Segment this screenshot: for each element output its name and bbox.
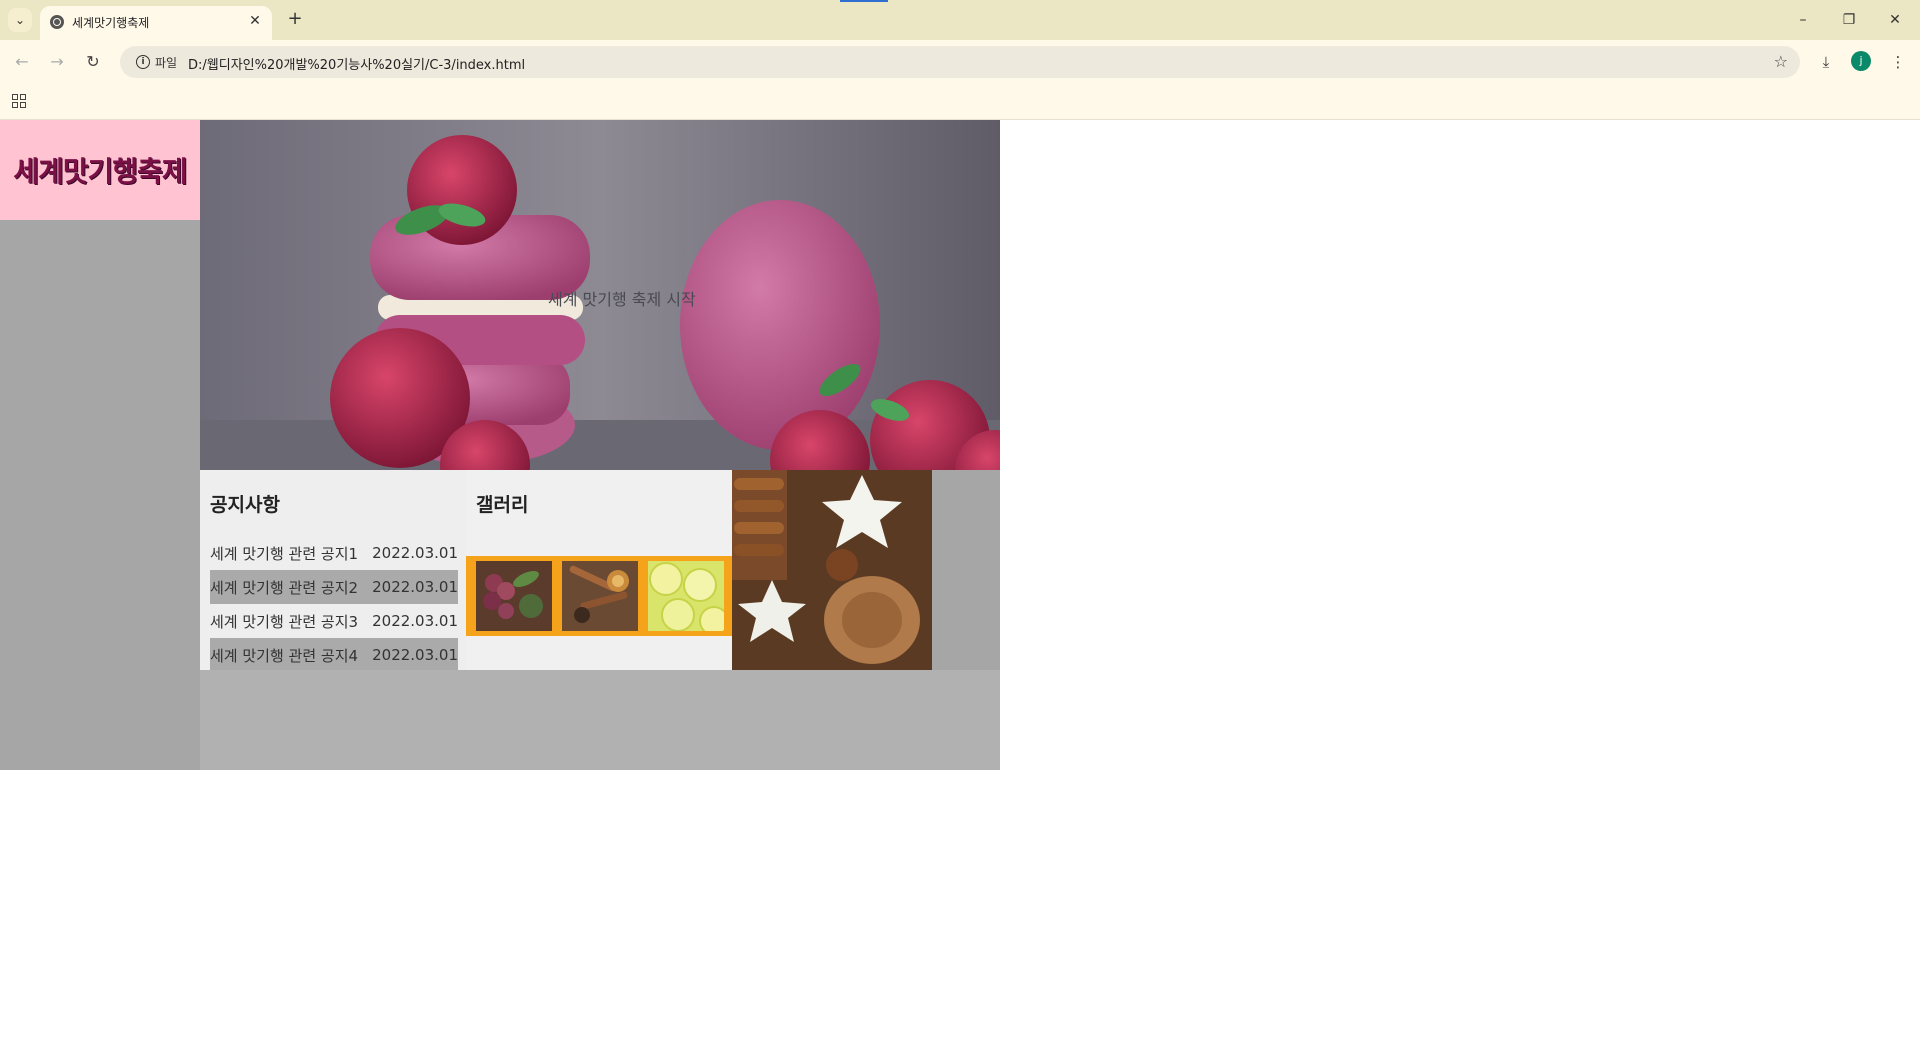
- gallery-thumb-spices[interactable]: [562, 561, 638, 631]
- main-banner: 세계 맛기행 축제 시작: [200, 120, 1000, 470]
- gallery-thumb-lemons[interactable]: [648, 561, 724, 631]
- notice-item-title: 세계 맛기행 관련 공지1: [210, 544, 359, 563]
- notice-item[interactable]: 세계 맛기행 관련 공지4 2022.03.01: [210, 638, 458, 670]
- profile-avatar[interactable]: j: [1851, 51, 1871, 71]
- cookies-cinnamon-image: [732, 470, 932, 670]
- lemon-slices-image: [648, 561, 724, 631]
- reload-button[interactable]: ↻: [81, 50, 105, 74]
- notice-item-title: 세계 맛기행 관련 공지4: [210, 646, 359, 665]
- back-button[interactable]: ←: [10, 50, 34, 74]
- notice-title: 공지사항: [210, 494, 280, 516]
- banner-caption: 세계 맛기행 축제 시작: [548, 290, 696, 309]
- promo-image[interactable]: [732, 470, 932, 670]
- gallery-thumb-grapes[interactable]: [476, 561, 552, 631]
- browser-tab-bar: ⌄ 세계맛기행축제 ✕ + – ❐ ✕: [0, 0, 1920, 40]
- download-icon[interactable]: ⤓: [1814, 50, 1838, 74]
- bookmark-star-icon[interactable]: ☆: [1774, 52, 1788, 71]
- notice-item-date: 2022.03.01: [372, 544, 458, 562]
- close-window-button[interactable]: ✕: [1872, 8, 1918, 32]
- notice-section: 공지사항 세계 맛기행 관련 공지1 2022.03.01 세계 맛기행 관련 …: [200, 470, 466, 670]
- kebab-menu-icon[interactable]: ⋮: [1886, 50, 1910, 74]
- notice-item[interactable]: 세계 맛기행 관련 공지3 2022.03.01: [210, 604, 458, 638]
- bookmarks-bar: [0, 84, 1920, 120]
- tab-close-icon[interactable]: ✕: [246, 12, 264, 30]
- tab-strip-indicator: [840, 0, 888, 2]
- sidebar: 세계맛기행축제: [0, 120, 200, 770]
- tab-title: 세계맛기행축제: [72, 16, 150, 30]
- page-viewport: 세계맛기행축제 세계 맛기행 축제 시작 공지사항 세계 맛기행 관련 공지1 …: [0, 120, 1920, 1040]
- gallery-section: 갤러리: [466, 470, 732, 670]
- notice-item-title: 세계 맛기행 관련 공지3: [210, 612, 359, 631]
- apps-grid-icon[interactable]: [12, 94, 26, 108]
- site-info-chip[interactable]: i 파일: [128, 51, 185, 73]
- notice-item[interactable]: 세계 맛기행 관련 공지1 2022.03.01: [210, 536, 458, 570]
- restore-button[interactable]: ❐: [1826, 8, 1872, 32]
- reload-icon: ↻: [86, 52, 100, 71]
- gallery-title: 갤러리: [476, 494, 529, 516]
- arrow-left-icon: ←: [15, 52, 29, 71]
- notice-item-date: 2022.03.01: [372, 646, 458, 664]
- address-bar[interactable]: i 파일 D:/웹디자인%20개발%20기능사%20실기/C-3/index.h…: [120, 46, 1800, 78]
- logo-text: 세계맛기행축제: [13, 155, 187, 188]
- arrow-right-icon: →: [50, 52, 64, 71]
- notice-list: 세계 맛기행 관련 공지1 2022.03.01 세계 맛기행 관련 공지2 2…: [210, 536, 458, 670]
- forward-button[interactable]: →: [45, 50, 69, 74]
- new-tab-button[interactable]: +: [284, 9, 306, 31]
- browser-tab[interactable]: 세계맛기행축제 ✕: [40, 6, 272, 40]
- site-info-label: 파일: [155, 55, 178, 70]
- notice-item[interactable]: 세계 맛기행 관련 공지2 2022.03.01: [210, 570, 458, 604]
- site-logo[interactable]: 세계맛기행축제: [0, 120, 200, 220]
- grapes-image: [476, 561, 552, 631]
- gallery-strip: [466, 556, 732, 636]
- promo-filler: [932, 470, 1000, 670]
- chevron-down-icon: ⌄: [14, 13, 26, 27]
- spices-image: [562, 561, 638, 631]
- info-icon: i: [136, 55, 150, 69]
- url-text[interactable]: D:/웹디자인%20개발%20기능사%20실기/C-3/index.html: [188, 54, 525, 73]
- globe-icon: [50, 15, 64, 29]
- tab-search-button[interactable]: ⌄: [8, 8, 32, 32]
- notice-item-date: 2022.03.01: [372, 612, 458, 630]
- site-wrapper: 세계맛기행축제 세계 맛기행 축제 시작 공지사항 세계 맛기행 관련 공지1 …: [0, 120, 1000, 770]
- browser-toolbar: ← → ↻ i 파일 D:/웹디자인%20개발%20기능사%20실기/C-3/i…: [0, 40, 1920, 84]
- notice-item-date: 2022.03.01: [372, 578, 458, 596]
- minimize-button[interactable]: –: [1780, 8, 1826, 32]
- notice-item-title: 세계 맛기행 관련 공지2: [210, 578, 359, 597]
- site-footer: [200, 670, 1000, 770]
